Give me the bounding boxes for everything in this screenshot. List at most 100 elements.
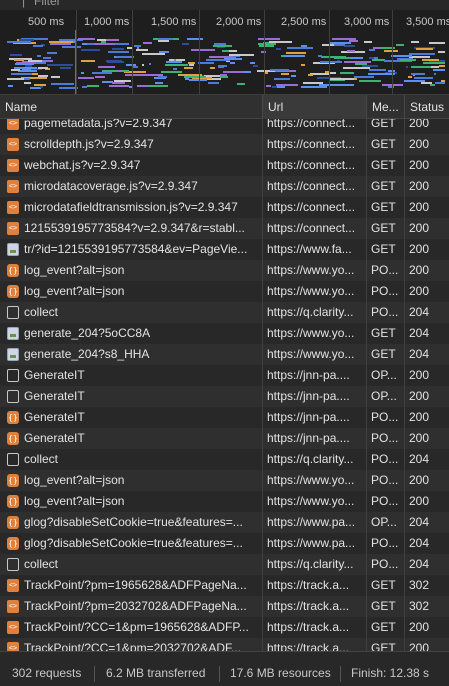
- waterfall-bar: [102, 70, 129, 72]
- request-row[interactable]: webchat.js?v=2.9.347 https://connect... GE…: [0, 155, 449, 176]
- waterfall-bar: [209, 56, 236, 58]
- request-name: GenerateIT: [24, 389, 85, 403]
- request-row[interactable]: log_event?alt=json https://www.yo... PO...…: [0, 470, 449, 491]
- request-name: GenerateIT: [24, 368, 85, 382]
- request-method: OP...: [371, 515, 397, 529]
- waterfall-bar: [301, 45, 307, 47]
- request-url: https://q.clarity...: [267, 452, 354, 466]
- cell-divider: [366, 365, 367, 386]
- waterfall-bar: [372, 59, 385, 61]
- request-status: 200: [409, 620, 430, 634]
- cell-divider: [366, 302, 367, 323]
- waterfall-bar: [384, 50, 398, 52]
- waterfall-bar: [220, 76, 228, 78]
- waterfall-bar: [148, 85, 168, 87]
- request-method: GET: [371, 242, 396, 256]
- request-row[interactable]: GenerateIT https://jnn-pa.... PO... 200: [0, 428, 449, 449]
- network-overview-timeline[interactable]: 500 ms 1,000 ms 1,500 ms 2,000 ms 2,500 ms 3,…: [0, 10, 449, 95]
- waterfall-bar: [142, 53, 165, 55]
- waterfall-bar: [47, 64, 73, 66]
- request-row[interactable]: generate_204?5oCC8A https://www.yo... GET 2…: [0, 323, 449, 344]
- waterfall-bar: [62, 46, 81, 48]
- waterfall-bar: [114, 80, 131, 82]
- cell-divider: [366, 176, 367, 197]
- request-row[interactable]: 1215539195773584?v=2.9.347&r=stabl... htt…: [0, 218, 449, 239]
- cell-divider: [404, 386, 405, 407]
- waterfall-bar: [427, 66, 431, 68]
- cell-divider: [262, 386, 263, 407]
- waterfall-bar: [149, 63, 151, 65]
- request-row[interactable]: collect https://q.clarity... PO... 204: [0, 554, 449, 575]
- request-row[interactable]: collect https://q.clarity... PO... 204: [0, 449, 449, 470]
- cell-divider: [404, 533, 405, 554]
- waterfall-bar: [185, 78, 189, 80]
- waterfall-bar: [362, 65, 378, 67]
- request-status: 200: [409, 368, 430, 382]
- waterfall-bar: [229, 50, 237, 52]
- request-status: 204: [409, 347, 430, 361]
- request-name: webchat.js?v=2.9.347: [24, 158, 141, 172]
- request-row[interactable]: collect https://q.clarity... PO... 204: [0, 302, 449, 323]
- cell-divider: [262, 428, 263, 449]
- request-row[interactable]: TrackPoint/?pm=2032702&ADFPageNa... https…: [0, 596, 449, 617]
- waterfall-bar: [34, 84, 46, 86]
- timeline-tick-label: 2,500 ms: [281, 16, 327, 28]
- waterfall-bar: [81, 49, 100, 51]
- timeline-tick-label: 500 ms: [28, 16, 65, 28]
- column-header-method[interactable]: Me...: [367, 95, 404, 119]
- summary-divider: [94, 666, 95, 682]
- request-url: https://www.pa...: [267, 515, 356, 529]
- waterfall-bar: [51, 76, 60, 78]
- document-icon: [7, 558, 19, 571]
- cell-divider: [366, 386, 367, 407]
- column-header-status[interactable]: Status: [405, 95, 449, 119]
- request-url: https://www.yo...: [267, 473, 355, 487]
- cell-divider: [366, 512, 367, 533]
- request-row[interactable]: log_event?alt=json https://www.yo... PO...…: [0, 260, 449, 281]
- request-row[interactable]: microdatacoverage.js?v=2.9.347 https://co…: [0, 176, 449, 197]
- cell-divider: [262, 119, 263, 134]
- column-header-url[interactable]: Url: [263, 95, 366, 119]
- request-row[interactable]: log_event?alt=json https://www.yo... PO...…: [0, 491, 449, 512]
- request-row[interactable]: microdatafieldtransmission.js?v=2.9.347 h…: [0, 197, 449, 218]
- request-method: OP...: [371, 389, 397, 403]
- request-row[interactable]: GenerateIT https://jnn-pa.... OP... 200: [0, 365, 449, 386]
- resources-size: 17.6 MB resources: [230, 666, 331, 680]
- cell-divider: [262, 575, 263, 596]
- request-row[interactable]: TrackPoint/?CC=1&pm=1965628&ADFP... https…: [0, 617, 449, 638]
- request-row[interactable]: log_event?alt=json https://www.yo... PO...…: [0, 281, 449, 302]
- transferred-size: 6.2 MB transferred: [106, 666, 206, 680]
- requests-table-body[interactable]: pagemetadata.js?v=2.9.347 https://connect…: [0, 119, 449, 651]
- waterfall-bar: [266, 85, 271, 87]
- request-row[interactable]: GenerateIT https://jnn-pa.... PO... 200: [0, 407, 449, 428]
- request-row[interactable]: generate_204?s8_HHA https://www.yo... GET 2…: [0, 344, 449, 365]
- request-row[interactable]: tr/?id=1215539195773584&ev=PageVie... htt…: [0, 239, 449, 260]
- request-row[interactable]: TrackPoint/?CC=1&pm=2032702&ADF... https:…: [0, 638, 449, 651]
- cell-divider: [366, 407, 367, 428]
- waterfall-bar: [78, 77, 94, 79]
- cell-divider: [404, 260, 405, 281]
- cell-divider: [404, 176, 405, 197]
- request-row[interactable]: GenerateIT https://jnn-pa.... OP... 200: [0, 386, 449, 407]
- request-row[interactable]: pagemetadata.js?v=2.9.347 https://connect…: [0, 119, 449, 134]
- requests-table-header: Name Url Me... Status: [0, 95, 449, 119]
- script-file-icon: [7, 119, 19, 130]
- request-row[interactable]: scrolldepth.js?v=2.9.347 https://connect.…: [0, 134, 449, 155]
- request-url: https://connect...: [267, 158, 356, 172]
- request-row[interactable]: glog?disableSetCookie=true&features=... h…: [0, 512, 449, 533]
- column-header-name[interactable]: Name: [0, 95, 262, 119]
- waterfall-bar: [250, 62, 255, 64]
- filter-input[interactable]: Filter: [34, 0, 61, 8]
- request-method: GET: [371, 137, 396, 151]
- cell-divider: [366, 617, 367, 638]
- filter-bar[interactable]: | Filter: [0, 0, 449, 10]
- filter-cursor: |: [22, 0, 26, 8]
- request-status: 200: [409, 242, 430, 256]
- cell-divider: [262, 512, 263, 533]
- request-status: 200: [409, 431, 430, 445]
- request-row[interactable]: glog?disableSetCookie=true&features=... h…: [0, 533, 449, 554]
- request-url: https://www.yo...: [267, 494, 355, 508]
- request-row[interactable]: TrackPoint/?pm=1965628&ADFPageNa... https…: [0, 575, 449, 596]
- waterfall-bar: [423, 62, 445, 64]
- waterfall-bar: [416, 48, 433, 50]
